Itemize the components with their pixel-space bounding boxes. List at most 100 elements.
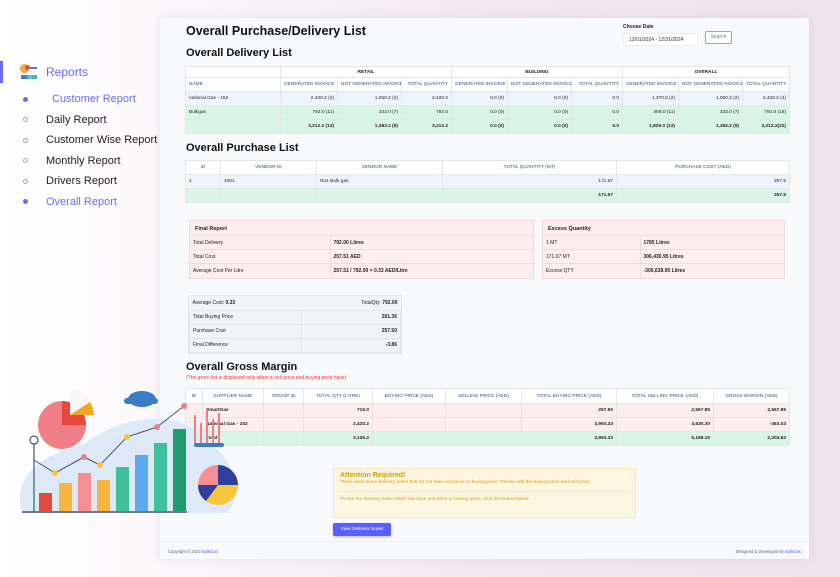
cell (185, 431, 203, 446)
column-header[interactable]: TOTAL QUANTITY (571, 77, 624, 92)
column-header[interactable]: VENDOR NAME (316, 160, 443, 175)
cell (263, 417, 304, 432)
date-range-input[interactable]: 12/01/2024 - 12/31/2024 (623, 33, 698, 46)
designer-link[interactable]: BulkGas (785, 549, 801, 554)
report-value: 792.00 Litres (329, 235, 533, 250)
date-label: Choose Date (623, 24, 654, 30)
column-header[interactable]: TOTAL QUANTITY (MT) (442, 160, 617, 175)
final-report-card: Final Report Total Delivery 792.00 Litre… (189, 220, 534, 279)
search-button[interactable]: Search (705, 31, 732, 44)
view-delivery-notes-button[interactable]: View Delivery Notes (333, 523, 391, 536)
report-row: Total Cost 257.51 AED (190, 249, 533, 264)
sidebar-item-customer-report[interactable]: Customer Report (0, 89, 170, 110)
alert-divider (340, 491, 629, 492)
excess-quantity-card: Excess Quantity 1 MT 1785 Litres 171.67 … (542, 220, 785, 279)
summary-label: Purchase Cost (189, 323, 302, 339)
sidebar-item-drivers-report[interactable]: Drivers Report (0, 171, 170, 192)
alert-message: There were some delivery notes that do n… (340, 480, 591, 485)
report-row: Average Cost Per Litre 257.51 / 792.00 =… (190, 263, 533, 278)
alert-hint: To see the delivery notes which not have… (340, 497, 530, 502)
cell: 792.0 (11) (280, 105, 338, 120)
cell (372, 417, 446, 432)
column-header[interactable]: GENERATED INVOICE (451, 77, 509, 92)
sidebar-item-monthly-report[interactable]: Monthly Report (0, 151, 170, 172)
group-header-row: RETAIL BUILDING OVERALL (185, 66, 791, 78)
sidebar-item-label: Daily Report (46, 113, 107, 126)
final-report-title: Final Report (195, 226, 228, 232)
column-header[interactable]: GROSS MARGIN (AED) (713, 388, 790, 404)
column-header[interactable]: NOT GENERATED INVOICE (507, 77, 573, 92)
column-header[interactable]: TOTAL SELLING PRICE (AED) (616, 388, 714, 404)
cell: 1,383.2 (9) (678, 119, 744, 134)
cell: 1,050.2 (2) (337, 91, 402, 106)
column-header[interactable]: VENDOR ID (220, 160, 317, 175)
sidebar-item-overall-report[interactable]: Overall Report (0, 192, 170, 213)
column-header[interactable]: ID (185, 160, 221, 175)
sidebar-item-label: Monthly Report (46, 154, 121, 167)
cell: 3,630.30 (616, 417, 714, 432)
cell: 1,050.2 (2) (678, 91, 744, 106)
cell (185, 403, 203, 418)
cell: -363.03 (713, 417, 790, 432)
column-header[interactable]: TOTAL BUYING PRICE (AED) (521, 388, 617, 404)
summary-label: Final Difference (189, 337, 302, 353)
total-qty: TotalQty: 792.00 (301, 296, 401, 310)
column-header[interactable]: TOTAL QUANTITY (400, 77, 453, 92)
total-qty-label: TotalQty: (361, 299, 381, 306)
report-value: 1785 Litres (639, 235, 784, 250)
cell: 0.0 (0) (451, 119, 509, 134)
delivery-table: RETAIL BUILDING OVERALL NAME GENERATED I… (185, 66, 791, 134)
summary-row: Final Difference -3.86 (189, 337, 401, 353)
group-header-building: BUILDING (451, 66, 624, 78)
sidebar-item-daily-report[interactable]: Daily Report (0, 110, 170, 131)
column-header[interactable]: SUPPLIER NAME (202, 388, 264, 404)
cell: 2,420.2 (400, 91, 453, 106)
column-header[interactable]: NAME (185, 77, 281, 92)
column-header[interactable]: TOTAL QUANTITY (742, 77, 791, 92)
cell: 459.0 (11) (622, 105, 680, 120)
column-header[interactable]: PURCHASE COST (AED) (616, 160, 790, 175)
gross-margin-table: ID SUPPLIER NAME GROUP ID TOTAL QTY (LIT… (185, 388, 790, 446)
cell: 257.50 (521, 403, 617, 418)
table-row: Bulkgas 792.0 (11) 333.0 (7) 792.0 0.0 (… (185, 105, 791, 120)
cell: 792.0 (400, 105, 453, 120)
column-header[interactable]: NOT GENERATED INVOICE (678, 77, 744, 92)
column-header[interactable]: GROUP ID (263, 388, 304, 404)
column-header[interactable]: SELLING PRICE (AED) (445, 388, 522, 404)
cell: 2,420.2 (2) (280, 91, 338, 106)
column-header[interactable]: BUYING PRICE (AED) (372, 388, 446, 404)
column-header[interactable]: GENERATED INVOICE (280, 77, 338, 92)
active-indicator (0, 61, 3, 83)
cell (316, 188, 443, 203)
report-label: Total Cost (190, 249, 330, 264)
cell: 2,420.2 (4) (742, 91, 791, 106)
excess-quantity-title: Excess Quantity (548, 226, 591, 232)
sidebar-item-customer-wise-report[interactable]: Customer Wise Report (0, 130, 170, 151)
column-header[interactable]: NOT GENERATED INVOICE (337, 77, 402, 92)
cell (185, 119, 281, 134)
cell (445, 417, 522, 432)
cell: 2,567.85 (713, 403, 790, 418)
gross-margin-note: (The given list is displayed only when a… (186, 375, 347, 381)
cell: 0.0 (571, 119, 624, 134)
sidebar-reports-header[interactable]: Reports (0, 55, 170, 89)
cell (263, 431, 304, 446)
cell: 0.0 (0) (507, 105, 573, 120)
column-header[interactable]: ID (185, 388, 203, 404)
cell (445, 403, 522, 418)
column-header[interactable]: TOTAL QTY (LITRE) (303, 388, 373, 404)
bullet-icon (23, 178, 28, 184)
cell: 2,420.2 (303, 417, 373, 432)
brand-link[interactable]: BulkGas. (202, 549, 219, 554)
summary-row: Total Buying Price 261.36 (189, 309, 401, 325)
bullet-icon (23, 199, 28, 205)
report-value: -305,638.95 Litres (639, 263, 784, 278)
alert-title: Attention Required! (340, 472, 406, 479)
column-header-row: ID SUPPLIER NAME GROUP ID TOTAL QTY (LIT… (185, 388, 790, 404)
cell: 171.67 (442, 188, 617, 203)
group-header-overall: OVERALL (622, 66, 791, 78)
table-row: SmartGas 715.0 257.50 2,567.85 2,567.85 (185, 403, 790, 418)
average-cost: Average Cost: 0.33 (189, 296, 302, 310)
cell: 257.5 (616, 174, 790, 189)
column-header[interactable]: GENERATED INVOICE (622, 77, 680, 92)
